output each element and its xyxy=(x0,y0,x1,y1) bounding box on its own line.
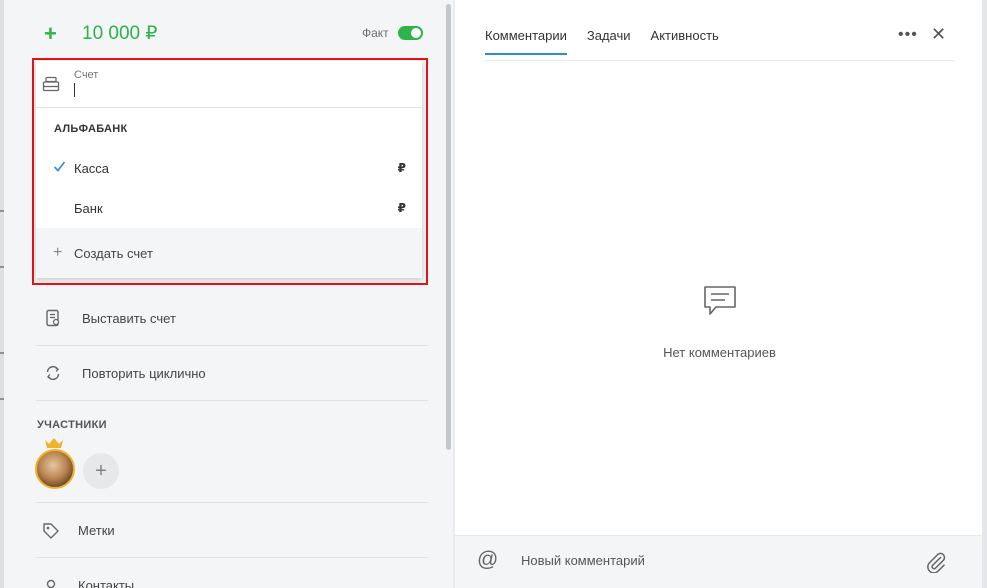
check-icon xyxy=(53,160,66,176)
fact-label: Факт xyxy=(362,26,389,40)
empty-state-label: Нет комментариев xyxy=(663,345,776,360)
invoice-row[interactable]: Выставить счет xyxy=(36,291,428,346)
add-participant-button[interactable]: + xyxy=(83,453,119,489)
repeat-row[interactable]: Повторить циклично xyxy=(36,346,428,401)
tab-comments[interactable]: Комментарии xyxy=(485,28,567,55)
tab-tasks[interactable]: Задачи xyxy=(587,28,631,55)
tab-activity[interactable]: Активность xyxy=(651,28,719,55)
tags-row[interactable]: Метки xyxy=(36,503,428,558)
participants-title: УЧАСТНИКИ xyxy=(37,419,107,431)
account-field-label: Счет xyxy=(74,69,99,81)
amount-value[interactable]: 10 000 ₽ xyxy=(82,22,157,45)
left-scrollbar[interactable] xyxy=(446,4,451,450)
close-icon[interactable]: ✕ xyxy=(931,24,946,45)
account-option-label: Банк xyxy=(74,200,103,216)
contacts-label: Контакты xyxy=(78,578,135,588)
account-field[interactable]: Счет xyxy=(36,61,422,108)
repeat-label: Повторить циклично xyxy=(82,365,206,381)
account-option-label: Касса xyxy=(74,160,110,176)
at-icon[interactable]: @ xyxy=(477,548,498,572)
create-account-label: Создать счет xyxy=(74,245,153,261)
amount-row: + 10 000 ₽ xyxy=(44,22,157,45)
invoice-icon xyxy=(44,309,82,327)
tabs-bar: Комментарии Задачи Активность xyxy=(485,28,739,55)
invoice-label: Выставить счет xyxy=(82,310,176,326)
contacts-row[interactable]: Контакты xyxy=(36,558,428,588)
tags-label: Метки xyxy=(78,523,115,538)
cash-register-icon xyxy=(42,75,60,98)
create-account-button[interactable]: + Создать счет xyxy=(36,228,422,278)
bank-group-title: АЛЬФАБАНК xyxy=(54,123,128,135)
text-caret xyxy=(74,83,75,97)
more-icon[interactable]: ••• xyxy=(898,26,918,44)
plus-icon[interactable]: + xyxy=(44,22,64,45)
comments-panel: Комментарии Задачи Активность ••• ✕ Нет … xyxy=(455,0,982,588)
contacts-icon xyxy=(42,577,78,588)
plus-icon: + xyxy=(53,244,63,261)
comment-composer: @ xyxy=(455,535,982,588)
tag-icon xyxy=(42,522,78,540)
empty-state-text: Нет комментариев xyxy=(455,345,982,360)
account-option-kassa[interactable]: Касса ₽ xyxy=(36,148,422,188)
tabs-divider xyxy=(485,60,954,61)
right-edge-strip xyxy=(982,0,987,588)
comment-input[interactable] xyxy=(521,553,901,568)
comment-icon xyxy=(703,285,737,322)
paperclip-icon[interactable] xyxy=(925,551,947,578)
account-dropdown: Счет АЛЬФАБАНК Касса ₽ Банк ₽ + Создать … xyxy=(36,61,422,278)
currency-label: ₽ xyxy=(397,161,406,175)
currency-label: ₽ xyxy=(397,201,406,215)
repeat-icon xyxy=(44,364,82,382)
participant-avatar[interactable] xyxy=(35,449,75,489)
account-option-bank[interactable]: Банк ₽ xyxy=(36,188,422,228)
fact-toggle[interactable] xyxy=(398,26,423,40)
